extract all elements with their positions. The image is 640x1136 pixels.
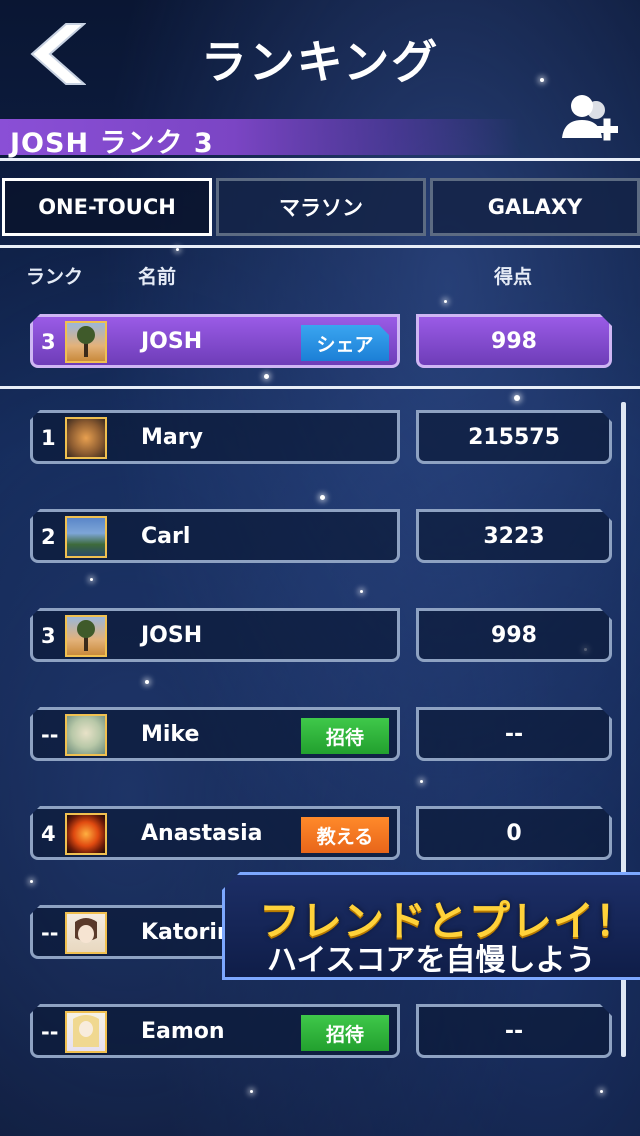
avatar bbox=[65, 615, 107, 657]
promo-banner[interactable]: フレンドとプレイ！ ハイスコアを自慢しよう bbox=[222, 872, 640, 980]
list-item[interactable]: 3 JOSH bbox=[30, 608, 400, 662]
score-cell: -- bbox=[416, 1004, 612, 1058]
rank-number: 2 bbox=[41, 525, 56, 549]
player-name: Carl bbox=[141, 524, 191, 549]
avatar bbox=[65, 321, 107, 363]
avatar bbox=[65, 813, 107, 855]
list-item[interactable]: 1 Mary bbox=[30, 410, 400, 464]
tab-galaxy[interactable]: GALAXY bbox=[430, 178, 640, 236]
avatar bbox=[65, 1011, 107, 1053]
score-cell: -- bbox=[416, 707, 612, 761]
list-item[interactable]: -- Eamon 招待 bbox=[30, 1004, 400, 1058]
avatar bbox=[65, 714, 107, 756]
player-name-rank: JOSH ランク 3 bbox=[10, 128, 214, 159]
score-cell: 3223 bbox=[416, 509, 612, 563]
divider bbox=[0, 158, 640, 161]
avatar bbox=[65, 417, 107, 459]
page-title: ランキング bbox=[200, 35, 440, 89]
rank-number: -- bbox=[41, 723, 59, 747]
divider bbox=[0, 386, 640, 389]
player-rank-bar: JOSH ランク 3 bbox=[0, 95, 640, 159]
my-entry-row: 3 JOSH シェア bbox=[30, 314, 400, 368]
rank-number: 4 bbox=[41, 822, 56, 846]
rank-number: -- bbox=[41, 921, 59, 945]
player-name: Anastasia bbox=[141, 821, 263, 846]
score-cell: 0 bbox=[416, 806, 612, 860]
player-name: Mary bbox=[141, 425, 203, 450]
column-header-rank: ランク bbox=[26, 266, 84, 288]
column-header-name: 名前 bbox=[138, 266, 177, 288]
ranking-tabs: ONE-TOUCH マラソン GALAXY bbox=[0, 178, 640, 236]
tab-marathon[interactable]: マラソン bbox=[216, 178, 426, 236]
rank-number: 3 bbox=[41, 330, 56, 354]
teach-button[interactable]: 教える bbox=[301, 817, 389, 853]
player-name: JOSH bbox=[141, 329, 203, 354]
tab-one-touch[interactable]: ONE-TOUCH bbox=[2, 178, 212, 236]
avatar bbox=[65, 516, 107, 558]
add-friend-icon bbox=[562, 95, 618, 141]
invite-button[interactable]: 招待 bbox=[301, 718, 389, 754]
rank-number: -- bbox=[41, 1020, 59, 1044]
divider bbox=[0, 245, 640, 248]
player-name: JOSH bbox=[141, 623, 203, 648]
avatar bbox=[65, 912, 107, 954]
my-entry-score: 998 bbox=[416, 314, 612, 368]
invite-button[interactable]: 招待 bbox=[301, 1015, 389, 1051]
score-cell: 215575 bbox=[416, 410, 612, 464]
share-button[interactable]: シェア bbox=[301, 325, 389, 361]
rank-number: 3 bbox=[41, 624, 56, 648]
player-name: Mike bbox=[141, 722, 200, 747]
list-item[interactable]: 2 Carl bbox=[30, 509, 400, 563]
score-cell: 998 bbox=[416, 608, 612, 662]
rank-number: 1 bbox=[41, 426, 56, 450]
list-item[interactable]: 4 Anastasia 教える bbox=[30, 806, 400, 860]
add-friend-button[interactable] bbox=[556, 90, 620, 152]
list-item[interactable]: -- Mike 招待 bbox=[30, 707, 400, 761]
player-name: Eamon bbox=[141, 1019, 225, 1044]
promo-subtitle: ハイスコアを自慢しよう bbox=[267, 943, 596, 978]
column-header-score: 得点 bbox=[494, 266, 533, 288]
